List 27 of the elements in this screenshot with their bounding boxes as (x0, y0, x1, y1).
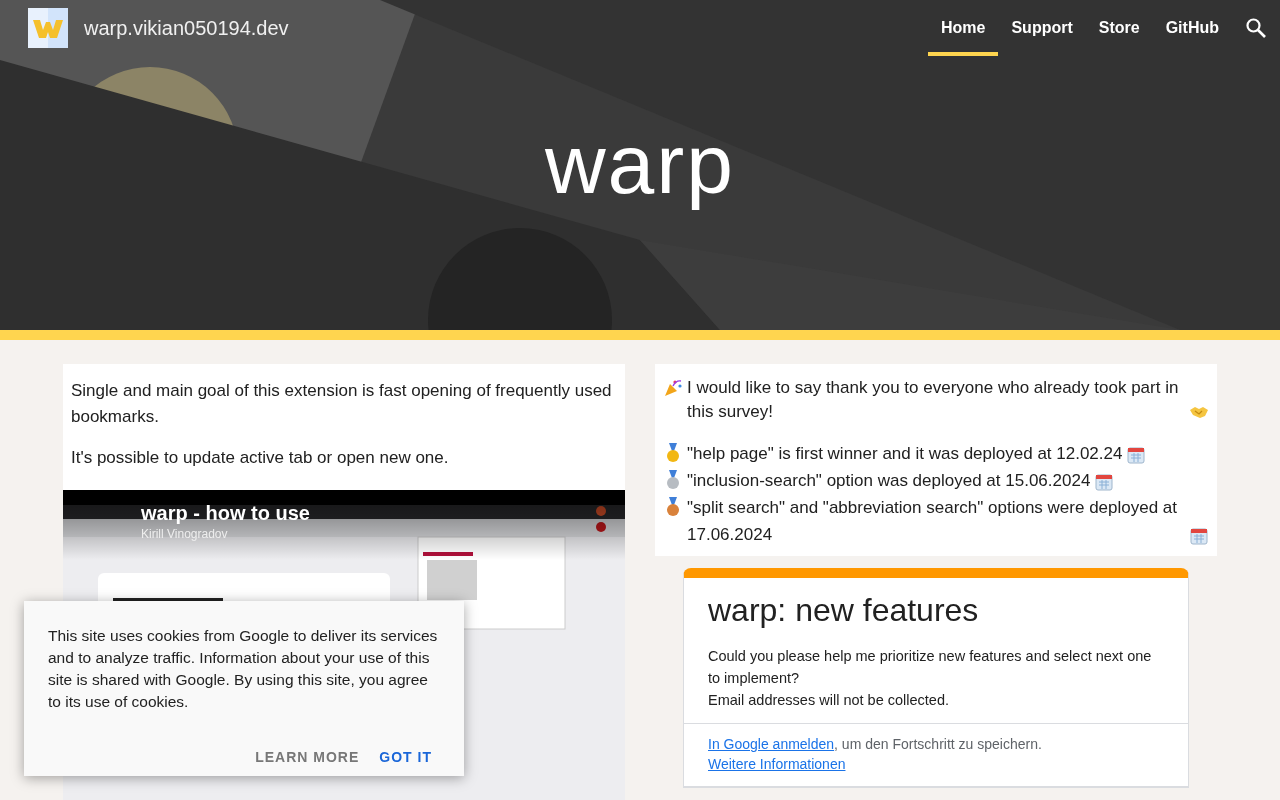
form-description: Could you please help me prioritize new features and select next one to implement? (708, 647, 1153, 688)
news-item-text: "split search" and "abbreviation search" options were deployed at 17.06.2024 (687, 497, 1179, 546)
cookie-button[interactable]: LEARN MORE (247, 741, 368, 773)
sign-in-link[interactable]: In Google anmelden (708, 736, 835, 752)
cookie-text: This site uses cookies from Google to deliver its services and to analyze traffic. Information about your use of this site is shared with Google. By using this site, you agree to its use of cookies. (48, 626, 439, 712)
hero-title: warp (543, 118, 737, 211)
nav-tab[interactable]: Support (998, 0, 1086, 56)
sign-in-note: In Google anmelden, um den Fortschritt zu speichern. (708, 735, 1043, 754)
site-title[interactable]: warp.vikian050194.dev (84, 16, 289, 40)
more-info-link[interactable]: Weitere Informationen (708, 754, 1164, 774)
calendar-icon (1094, 472, 1115, 492)
calendar-icon (1189, 526, 1209, 546)
news-item-text: "help page" is first winner and it was deployed at 12.02.24 (687, 443, 1123, 465)
video-title[interactable]: warp - how to use (141, 502, 310, 525)
nav-tab[interactable]: GitHub (1152, 0, 1232, 56)
calendar-icon (1126, 445, 1147, 465)
paragraph: Single and main goal of this extension is fast opening of frequently used bookmarks. (71, 380, 613, 428)
nav-tab[interactable]: Home (928, 0, 999, 56)
nav-tab[interactable]: Store (1085, 0, 1153, 56)
party-popper-icon (663, 378, 683, 398)
news-item-text: "inclusion-search" option was deployed at 15.06.2024 (687, 470, 1091, 492)
paragraph: It's possible to update active tab or open new one. (71, 447, 450, 469)
cookie-button[interactable]: GOT IT (371, 741, 440, 773)
form-title: warp: new features (708, 592, 980, 629)
thanks-text: I would like to say thank you to everyone who already took part in this survey! (687, 377, 1180, 423)
form-description: Email addresses will not be collected. (708, 691, 950, 710)
search-icon[interactable] (1244, 16, 1268, 40)
